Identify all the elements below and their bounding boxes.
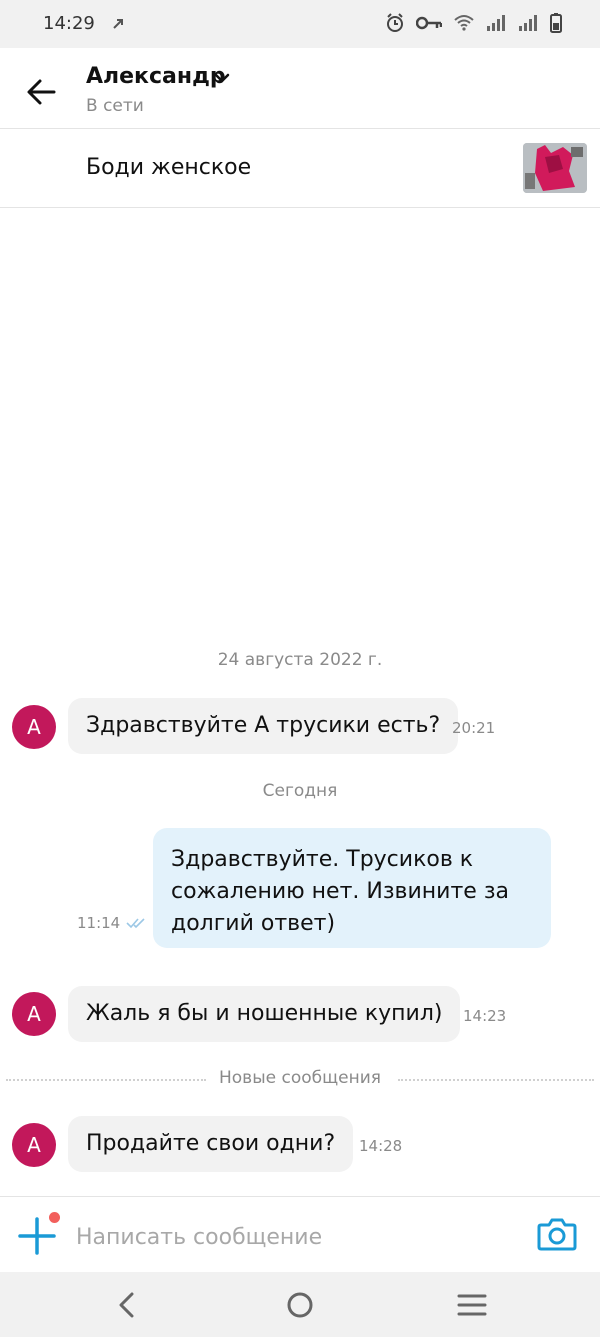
message-input[interactable] <box>74 1215 518 1259</box>
today-separator: Сегодня <box>262 781 338 801</box>
status-time: 14:29 <box>43 13 95 34</box>
message-line: сожалению нет. Извините за <box>171 879 509 904</box>
contact-name[interactable]: Александр <box>86 64 226 89</box>
product-thumbnail[interactable] <box>523 143 587 193</box>
message-line: Здравствуйте. Трусиков к <box>171 847 474 872</box>
message-time: 14:28 <box>359 1137 403 1155</box>
message-time: 11:14 <box>77 914 121 932</box>
date-separator: 24 августа 2022 г. <box>217 650 383 670</box>
vpn-key-icon <box>416 16 442 30</box>
system-nav-bar <box>0 1272 600 1337</box>
status-bar: 14:29 <box>0 0 600 48</box>
read-checkmark-icon <box>126 918 145 929</box>
wifi-icon <box>454 15 474 31</box>
back-arrow-icon[interactable] <box>24 76 60 108</box>
battery-icon <box>550 13 562 33</box>
message-composer <box>0 1196 600 1273</box>
incoming-message[interactable]: Жаль я бы и ношенные купил) <box>68 986 461 1042</box>
signal-icon-2 <box>519 15 537 31</box>
nav-recents-icon[interactable] <box>454 1288 490 1322</box>
product-title[interactable]: Боди женское <box>86 155 251 180</box>
message-time: 14:23 <box>463 1007 507 1025</box>
incoming-message[interactable]: Здравствуйте А трусики есть? <box>68 698 459 754</box>
notification-dot <box>49 1212 60 1223</box>
new-messages-separator: Новые сообщения <box>6 1068 594 1092</box>
avatar[interactable]: А <box>12 992 56 1036</box>
product-listing-bar[interactable]: Боди женское <box>0 129 600 208</box>
message-time: 20:21 <box>452 719 496 737</box>
nav-home-icon[interactable] <box>282 1288 318 1322</box>
product-image <box>523 143 587 193</box>
avatar[interactable]: А <box>12 705 56 749</box>
signal-icon <box>487 15 505 31</box>
do-not-disturb-icon <box>113 19 123 29</box>
nav-back-icon[interactable] <box>110 1288 146 1322</box>
outgoing-message[interactable]: Здравствуйте. Трусиков к сожалению нет. … <box>153 828 551 948</box>
chat-header: Александр В сети <box>0 48 600 129</box>
incoming-message[interactable]: Продайте свои одни? <box>68 1116 354 1172</box>
contact-status: В сети <box>86 96 144 116</box>
new-messages-label: Новые сообщения <box>209 1068 391 1088</box>
message-line: долгий ответ) <box>171 911 336 936</box>
camera-icon[interactable] <box>537 1216 577 1252</box>
status-icons <box>386 13 562 33</box>
alarm-icon <box>387 13 403 32</box>
new-messages-label-wrap: Новые сообщения <box>6 1068 594 1088</box>
avatar[interactable]: А <box>12 1123 56 1167</box>
chevron-down-icon[interactable] <box>213 71 231 85</box>
